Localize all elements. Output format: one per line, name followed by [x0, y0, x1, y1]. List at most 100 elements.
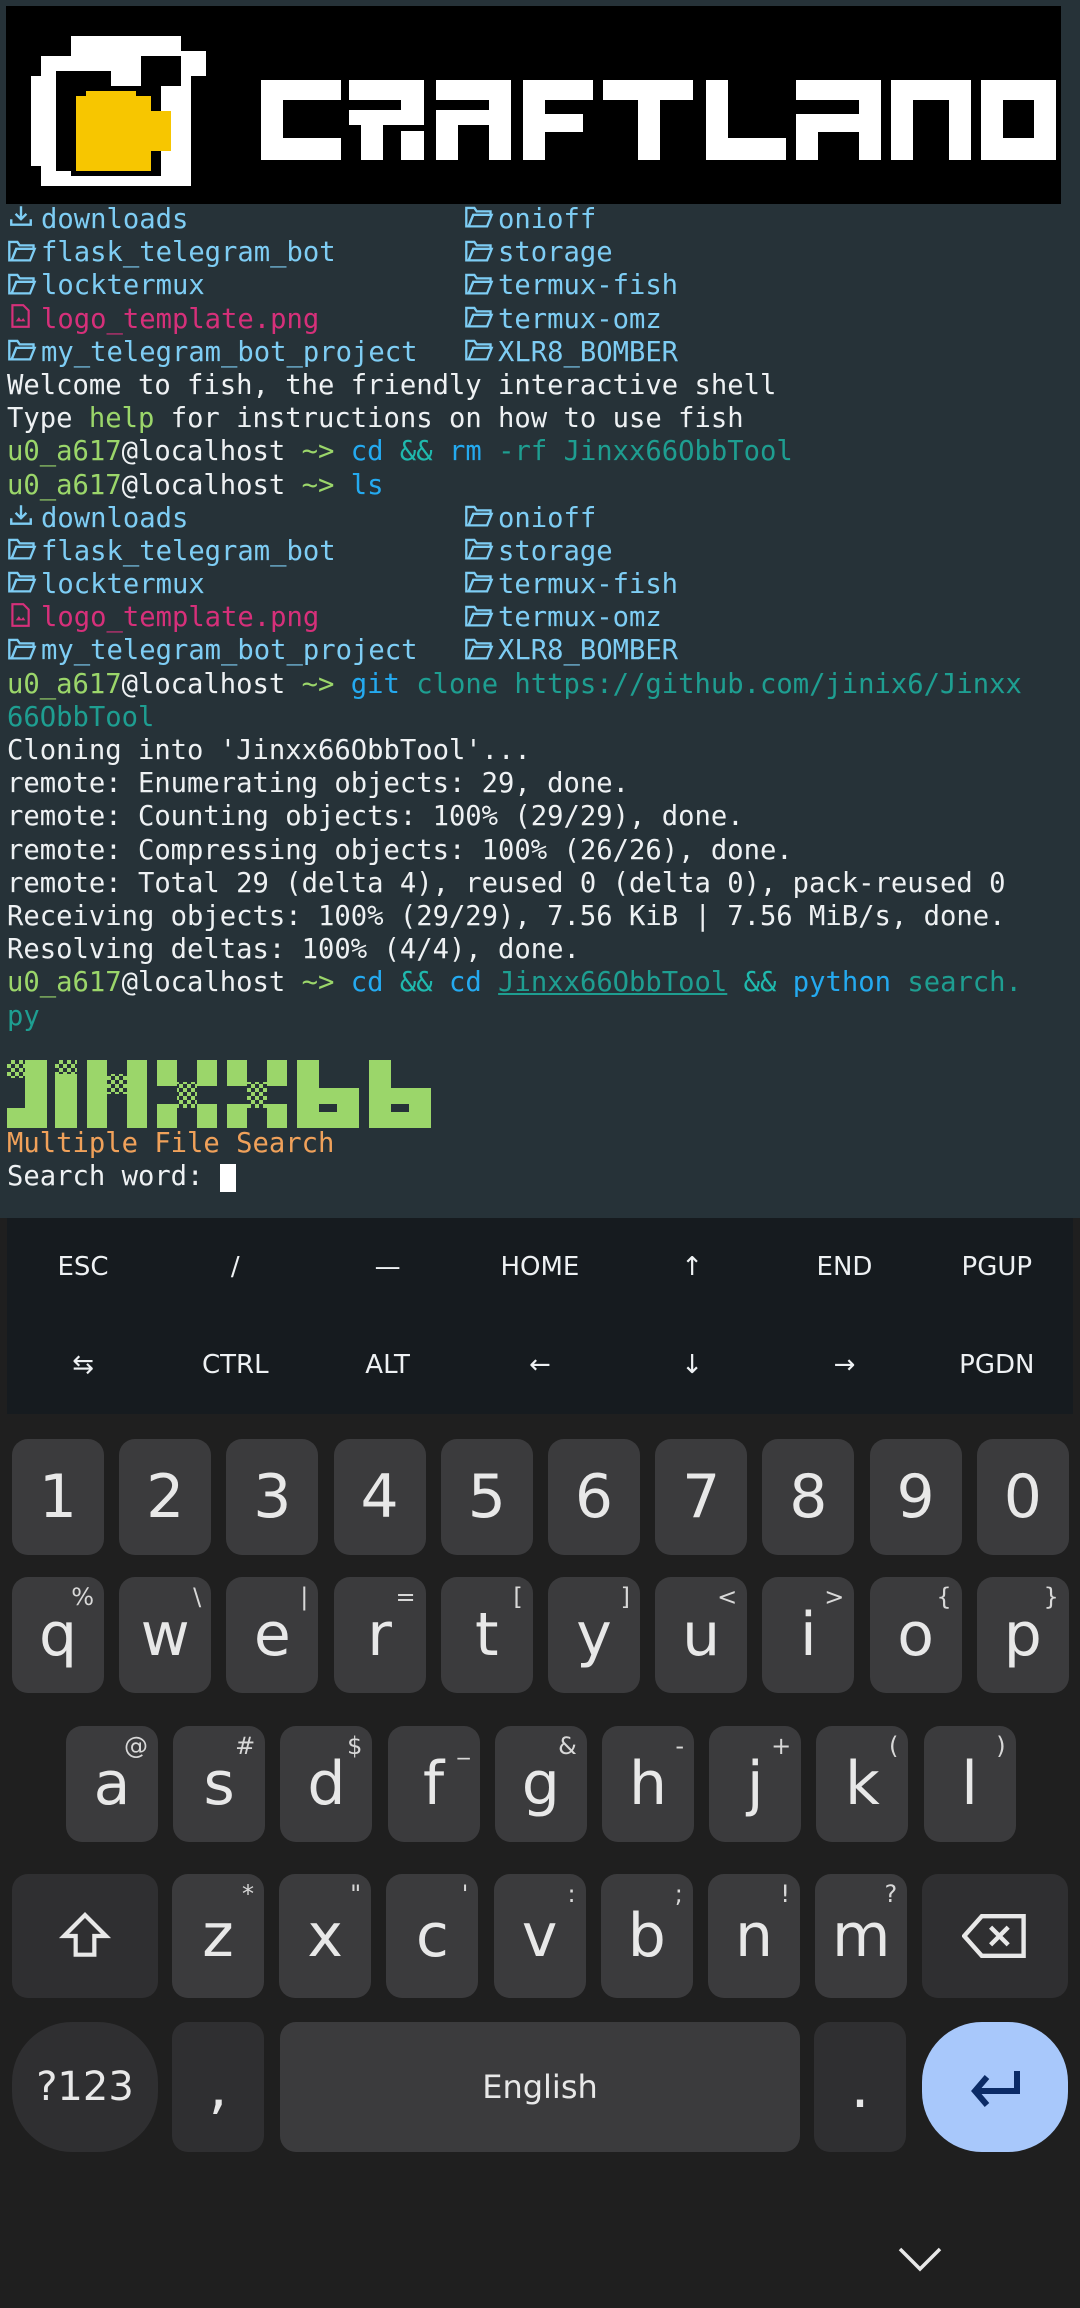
download-folder-icon [7, 203, 41, 236]
key-d[interactable]: d $ [280, 1726, 373, 1842]
key-5[interactable]: 5 [440, 1439, 533, 1555]
listing-name: storage [498, 535, 613, 567]
listing-name: termux-omz [498, 303, 662, 335]
key-a[interactable]: a @ [66, 1726, 158, 1842]
key-4[interactable]: 4 [333, 1439, 426, 1555]
image-file-icon [7, 602, 41, 635]
key-9[interactable]: 9 [869, 1439, 962, 1555]
key-j[interactable]: j + [709, 1726, 802, 1842]
key-label: 9 [896, 1462, 935, 1532]
command-line-4: u0_a617@localhost ~> cd && cd Jinxx66Obb… [7, 967, 1022, 999]
key-0[interactable]: 0 [976, 1439, 1069, 1555]
listing-name: flask_telegram_bot [41, 237, 336, 269]
extra-key[interactable]: ← [464, 1316, 616, 1414]
key-q[interactable]: q% [12, 1577, 104, 1693]
key-o[interactable]: o{ [869, 1577, 962, 1693]
craftland-wordmark [261, 80, 1056, 160]
listing-item: storage [464, 236, 613, 269]
key-hint: ( [889, 1732, 899, 1760]
extra-key[interactable]: END [769, 1218, 921, 1316]
extra-key[interactable]: ALT [312, 1316, 464, 1414]
listing-item: onioff [464, 203, 596, 236]
key-2[interactable]: 2 [119, 1439, 212, 1555]
key-y[interactable]: y] [548, 1577, 640, 1693]
symbols-key[interactable]: ?123 [12, 2022, 158, 2152]
listing-item: flask_telegram_bot [7, 237, 336, 268]
folder-icon [7, 237, 41, 270]
extra-key[interactable]: PGDN [921, 1316, 1073, 1414]
extra-key[interactable]: → [769, 1316, 921, 1414]
listing-name: termux-omz [498, 602, 662, 634]
space-key[interactable]: English [280, 2022, 800, 2152]
key-8[interactable]: 8 [762, 1439, 855, 1555]
key-m[interactable]: m? [815, 1874, 908, 1998]
help-word: help [88, 403, 155, 435]
extra-key[interactable]: ↓ [616, 1316, 768, 1414]
listing-item: my_telegram_bot_project [7, 337, 417, 368]
key-r[interactable]: r = [333, 1577, 426, 1693]
listing-row: locktermux termux-fish [7, 269, 1073, 302]
key-i[interactable]: i > [762, 1577, 855, 1693]
key-t[interactable]: t[ [440, 1577, 533, 1693]
enter-key[interactable] [922, 2022, 1068, 2152]
key-v[interactable]: v: [493, 1874, 586, 1998]
listing-row: flask_telegram_bot storage [7, 535, 1073, 568]
key-h[interactable]: h- [602, 1726, 694, 1842]
extra-key[interactable]: ↑ [616, 1218, 768, 1316]
key-3[interactable]: 3 [226, 1439, 319, 1555]
output-line: remote: Enumerating objects: 29, done. [7, 768, 629, 800]
folder-icon [7, 535, 41, 568]
key-6[interactable]: 6 [548, 1439, 640, 1555]
period-key[interactable]: . [814, 2022, 906, 2152]
key-hint: \ [193, 1583, 202, 1611]
craftland-logo-icon [31, 36, 206, 186]
shift-key[interactable] [12, 1874, 158, 1998]
extra-key[interactable]: ESC [7, 1218, 159, 1316]
text-cursor [219, 1163, 236, 1192]
key-hint: | [300, 1583, 309, 1611]
key-z[interactable]: z * [172, 1874, 264, 1998]
key-f[interactable]: f _ [387, 1726, 480, 1842]
key-b[interactable]: b; [600, 1874, 693, 1998]
key-hint: @ [124, 1732, 148, 1760]
key-s[interactable]: s # [173, 1726, 266, 1842]
download-folder-icon [7, 502, 41, 535]
key-p[interactable]: p} [976, 1577, 1069, 1693]
key-g[interactable]: g & [494, 1726, 587, 1842]
key-u[interactable]: u < [655, 1577, 748, 1693]
extra-key[interactable]: CTRL [159, 1316, 311, 1414]
key-k[interactable]: k( [816, 1726, 909, 1842]
search-prompt-line[interactable]: Search word: [7, 1160, 236, 1193]
key-hint: & [558, 1732, 577, 1760]
key-w[interactable]: w \ [119, 1577, 212, 1693]
listing-row: my_telegram_bot_project XLR8_BOMBER [7, 634, 1073, 667]
terminal-output: downloads onioff flask_telegram_bot storage… [7, 203, 1073, 1033]
listing-name: downloads [41, 204, 189, 235]
folder-icon [464, 203, 498, 236]
comma-key[interactable]: , [172, 2022, 264, 2152]
folder-icon [464, 237, 498, 270]
key-hint: " [350, 1880, 362, 1908]
key-c[interactable]: c ' [386, 1874, 479, 1998]
command-line-3-wrap: 66ObbTool [7, 701, 155, 733]
terminal-view[interactable]: downloads onioff flask_telegram_bot storage… [0, 0, 1080, 1218]
extra-key[interactable]: / [159, 1218, 311, 1316]
key-e[interactable]: e | [226, 1577, 319, 1693]
listing-item: XLR8_BOMBER [464, 634, 678, 667]
key-n[interactable]: n! [708, 1874, 800, 1998]
extra-key[interactable]: PGUP [921, 1218, 1073, 1316]
extra-key[interactable]: — [312, 1218, 464, 1316]
backspace-icon [922, 1874, 1068, 1998]
extra-key[interactable]: ⇆ [7, 1316, 159, 1414]
extra-key[interactable]: HOME [464, 1218, 616, 1316]
listing-item: logo_template.png [7, 304, 319, 335]
key-hint: ! [780, 1880, 790, 1908]
listing-name: onioff [498, 204, 597, 235]
backspace-key[interactable] [922, 1874, 1068, 1998]
key-x[interactable]: x " [279, 1874, 372, 1998]
key-7[interactable]: 7 [655, 1439, 748, 1555]
welcome-line: Welcome to fish, the friendly interactiv… [7, 369, 777, 401]
chevron-down-icon[interactable] [890, 2234, 950, 2284]
key-1[interactable]: 1 [12, 1439, 104, 1555]
key-l[interactable]: l) [923, 1726, 1016, 1842]
